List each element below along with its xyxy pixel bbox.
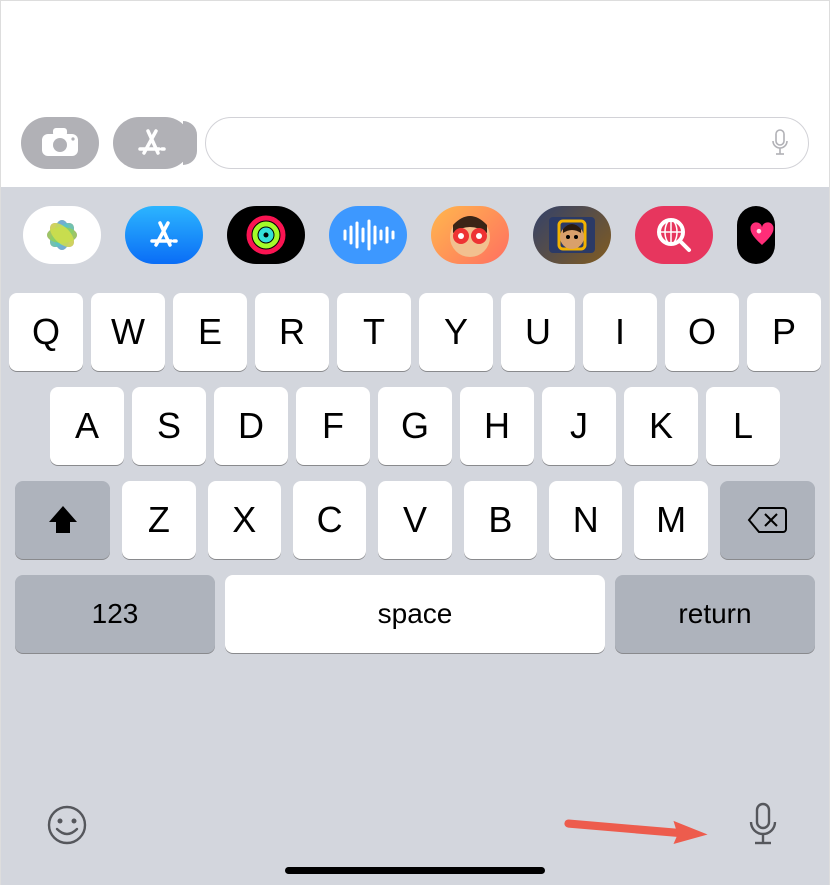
audio-wave-icon (341, 219, 395, 251)
key-l[interactable]: L (706, 387, 780, 465)
tray-app-activity[interactable] (227, 206, 305, 264)
microphone-icon (746, 802, 780, 848)
key-d[interactable]: D (214, 387, 288, 465)
key-v[interactable]: V (378, 481, 451, 559)
imessage-keyboard-screen: Q W E R T Y U I O P A S D F G H J K L Z (0, 0, 830, 885)
camera-button[interactable] (21, 117, 99, 169)
memoji-icon (543, 211, 601, 259)
tray-app-memoji-2[interactable] (533, 206, 611, 264)
input-row (1, 113, 829, 173)
backspace-icon (747, 505, 787, 535)
key-t[interactable]: T (337, 293, 411, 371)
key-c[interactable]: C (293, 481, 366, 559)
key-e[interactable]: E (173, 293, 247, 371)
key-s[interactable]: S (132, 387, 206, 465)
microphone-icon[interactable] (770, 129, 790, 157)
key-a[interactable]: A (50, 387, 124, 465)
key-h[interactable]: H (460, 387, 534, 465)
heart-icon (749, 220, 775, 250)
key-f[interactable]: F (296, 387, 370, 465)
key-o[interactable]: O (665, 293, 739, 371)
key-w[interactable]: W (91, 293, 165, 371)
key-backspace[interactable] (720, 481, 815, 559)
key-shift[interactable] (15, 481, 110, 559)
key-g[interactable]: G (378, 387, 452, 465)
activity-rings-icon (244, 213, 288, 257)
tray-app-heart[interactable] (737, 206, 775, 264)
appstore-button[interactable] (113, 117, 191, 169)
key-b[interactable]: B (464, 481, 537, 559)
key-n[interactable]: N (549, 481, 622, 559)
shift-icon (46, 504, 80, 536)
tray-app-images-search[interactable] (635, 206, 713, 264)
key-numbers[interactable]: 123 (15, 575, 215, 653)
emoji-icon (46, 804, 88, 846)
key-y[interactable]: Y (419, 293, 493, 371)
imessage-app-tray[interactable] (1, 187, 829, 283)
dictation-microphone-button[interactable] (739, 801, 787, 849)
tray-app-memoji-1[interactable] (431, 206, 509, 264)
emoji-keyboard-button[interactable] (43, 801, 91, 849)
key-row-3: Z X C V B N M (1, 481, 829, 559)
key-r[interactable]: R (255, 293, 329, 371)
key-return[interactable]: return (615, 575, 815, 653)
tray-app-appstore[interactable] (125, 206, 203, 264)
memoji-icon (441, 211, 499, 259)
tray-app-photos[interactable] (23, 206, 101, 264)
appstore-icon (146, 217, 182, 253)
home-indicator[interactable] (285, 867, 545, 874)
tray-app-audio[interactable] (329, 206, 407, 264)
key-u[interactable]: U (501, 293, 575, 371)
keyboard: Q W E R T Y U I O P A S D F G H J K L Z (1, 283, 829, 885)
key-m[interactable]: M (634, 481, 707, 559)
key-x[interactable]: X (208, 481, 281, 559)
key-i[interactable]: I (583, 293, 657, 371)
key-row-bottom: 123 space return (1, 575, 829, 653)
key-space[interactable]: space (225, 575, 605, 653)
message-compose-area (1, 1, 829, 187)
key-z[interactable]: Z (122, 481, 195, 559)
appstore-icon (134, 125, 170, 161)
key-j[interactable]: J (542, 387, 616, 465)
message-text-field[interactable] (205, 117, 809, 169)
camera-icon (40, 128, 80, 158)
appstore-stack-edge (183, 121, 197, 165)
key-p[interactable]: P (747, 293, 821, 371)
key-k[interactable]: K (624, 387, 698, 465)
key-row-2: A S D F G H J K L (1, 387, 829, 465)
key-row-1: Q W E R T Y U I O P (1, 293, 829, 371)
search-images-icon (654, 215, 694, 255)
photos-icon (40, 213, 84, 257)
key-q[interactable]: Q (9, 293, 83, 371)
